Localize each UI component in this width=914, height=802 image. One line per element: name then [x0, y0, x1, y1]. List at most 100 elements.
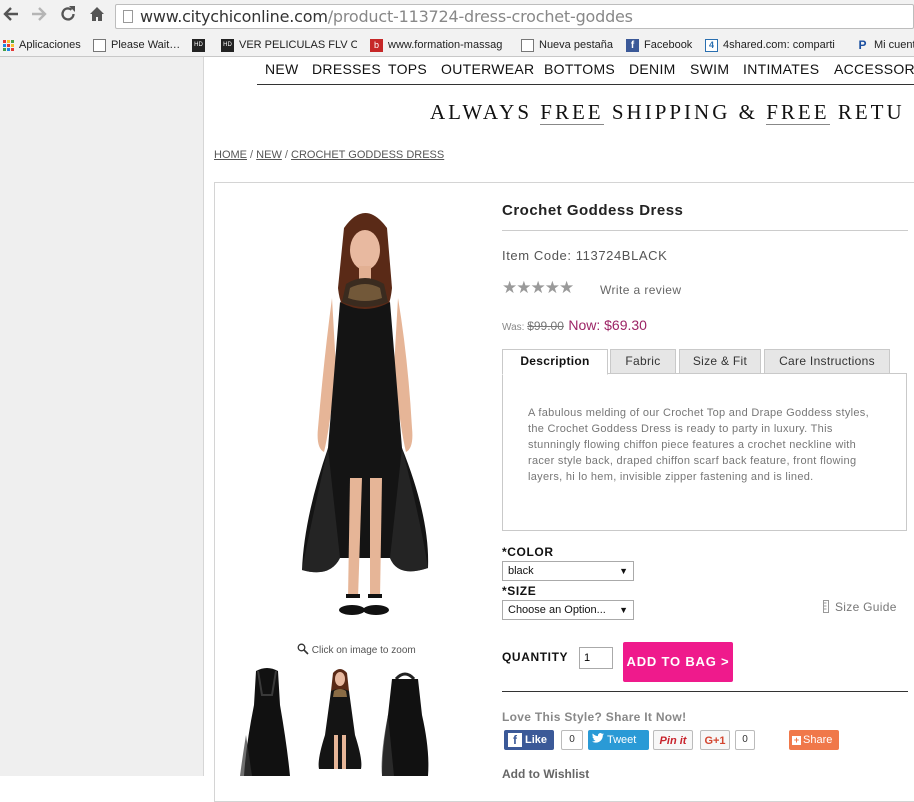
bookmark-please-wait[interactable]: Please Wait…: [93, 37, 180, 53]
nav-item-bottoms[interactable]: BOTTOMS: [544, 61, 615, 77]
product-thumbnail[interactable]: [370, 665, 440, 776]
quantity-input[interactable]: 1: [579, 647, 613, 669]
pinterest-button[interactable]: Pin it: [653, 730, 693, 750]
promo-free: FREE: [540, 100, 604, 125]
product-thumbnail[interactable]: [232, 665, 302, 776]
nav-item-tops[interactable]: TOPS: [388, 61, 427, 77]
product-main-image[interactable]: [270, 198, 460, 638]
main-nav: NEW DRESSES TOPS OUTERWEAR BOTTOMS DENIM…: [257, 58, 914, 85]
add-to-bag-button[interactable]: ADD TO BAG >: [623, 642, 733, 682]
was-label: Was:: [502, 322, 528, 333]
bookmark-mi-cuenta[interactable]: P Mi cuent: [856, 37, 914, 53]
breadcrumb-separator: /: [281, 149, 292, 161]
home-icon[interactable]: [86, 5, 108, 27]
nav-item-accessories[interactable]: ACCESSORI: [834, 61, 914, 77]
bookmark-label: VER PELICULAS FLV ONL: [239, 39, 357, 51]
promo-free: FREE: [766, 100, 830, 125]
breadcrumb-separator: /: [247, 149, 257, 161]
share-button[interactable]: + Share: [789, 730, 839, 750]
nav-item-intimates[interactable]: INTIMATES: [743, 61, 819, 77]
rating-stars: ★★★★★: [502, 278, 574, 297]
bookmark-ver-peliculas[interactable]: HD VER PELICULAS FLV ONL: [221, 37, 357, 53]
google-plus-button[interactable]: G+1: [700, 730, 730, 750]
bookmark-nueva-pestana[interactable]: Nueva pestaña: [521, 37, 613, 53]
bookmark-label: Facebook: [644, 39, 693, 51]
size-guide-link[interactable]: Size Guide: [823, 600, 897, 616]
forward-arrow-icon[interactable]: [28, 5, 50, 27]
nav-item-dresses[interactable]: DRESSES: [312, 61, 381, 77]
bookmark-label: Please Wait…: [111, 39, 181, 51]
tab-size-fit[interactable]: Size & Fit: [679, 349, 761, 374]
nav-item-outerwear[interactable]: OUTERWEAR: [441, 61, 534, 77]
now-price: $69.30: [604, 317, 647, 333]
nav-item-new[interactable]: NEW: [265, 61, 299, 77]
bookmark-hd[interactable]: HD: [192, 37, 205, 53]
like-label: Like: [525, 734, 548, 746]
write-review-link[interactable]: Write a review: [600, 283, 681, 297]
breadcrumb-current[interactable]: CROCHET GODDESS DRESS: [291, 149, 444, 161]
price: Was: $99.00 Now: $69.30: [502, 317, 647, 335]
nav-item-swim[interactable]: SWIM: [690, 61, 729, 77]
breadcrumb-new[interactable]: NEW: [256, 149, 282, 161]
address-bar[interactable]: www.citychiconline.com/product-113724-dr…: [115, 4, 914, 29]
bookmark-label: Nueva pestaña: [539, 39, 613, 51]
facebook-like-button[interactable]: f Like: [504, 730, 554, 750]
dropdown-arrow-icon: ▼: [619, 605, 628, 615]
tweet-button[interactable]: Tweet: [588, 730, 649, 750]
4shared-icon: 4: [705, 38, 718, 52]
magnifier-icon: [297, 643, 309, 658]
url-path: /product-113724-dress-crochet-goddes: [327, 7, 633, 26]
tab-care-instructions[interactable]: Care Instructions: [764, 349, 890, 374]
share-label: Share: [803, 734, 833, 746]
bookmark-facebook[interactable]: f Facebook: [626, 37, 692, 53]
page-icon: [93, 38, 106, 52]
bookmark-4shared[interactable]: 4 4shared.com: comparti: [705, 37, 841, 53]
bookmarks-bar: Aplicaciones Please Wait… HD HD VER PELI…: [0, 33, 914, 57]
url-text: www.citychiconline.com/product-113724-dr…: [140, 7, 633, 26]
color-select[interactable]: black ▼: [502, 561, 634, 581]
hd-icon: HD: [221, 38, 234, 52]
item-code: Item Code: 113724BLACK: [502, 248, 668, 263]
size-select-value: Choose an Option...: [508, 604, 606, 616]
browser-toolbar: www.citychiconline.com/product-113724-dr…: [0, 0, 914, 33]
ruler-icon: [823, 600, 829, 616]
google-plus-count: 0: [735, 730, 755, 750]
zoom-hint[interactable]: Click on image to zoom: [297, 643, 416, 658]
bookmark-apps[interactable]: Aplicaciones: [3, 37, 81, 53]
tab-fabric[interactable]: Fabric: [610, 349, 676, 374]
promo-text: ALWAYS: [430, 100, 541, 124]
back-arrow-icon[interactable]: [0, 5, 22, 27]
bookmark-red-icon: b: [370, 38, 383, 52]
product-title: Crochet Goddess Dress: [502, 202, 684, 219]
hd-icon: HD: [192, 38, 205, 52]
bookmark-label: Aplicaciones: [19, 39, 81, 51]
tab-description[interactable]: Description: [502, 349, 608, 375]
quantity-label: QUANTITY: [502, 650, 569, 664]
nav-item-denim[interactable]: DENIM: [629, 61, 676, 77]
divider: [502, 691, 908, 692]
add-to-wishlist-link[interactable]: Add to Wishlist: [502, 767, 589, 781]
bookmark-label: Mi cuent: [874, 39, 914, 51]
reload-icon[interactable]: [57, 5, 79, 27]
breadcrumb-home[interactable]: HOME: [214, 149, 247, 161]
promo-text: SHIPPING &: [603, 100, 767, 124]
like-count: 0: [561, 730, 583, 750]
tweet-label: Tweet: [607, 734, 637, 746]
url-domain: www.citychiconline.com: [140, 7, 328, 26]
page-icon: [521, 38, 534, 52]
color-select-value: black: [508, 565, 534, 577]
bookmark-label: 4shared.com: comparti: [723, 39, 835, 51]
facebook-icon: f: [508, 733, 522, 748]
size-select[interactable]: Choose an Option... ▼: [502, 600, 634, 620]
paypal-icon: P: [858, 37, 867, 52]
facebook-icon: f: [626, 38, 639, 52]
product-description: A fabulous melding of our Crochet Top an…: [528, 407, 869, 483]
color-label: *COLOR: [502, 545, 554, 559]
page-icon: [123, 10, 133, 23]
dropdown-arrow-icon: ▼: [619, 566, 628, 576]
bookmark-formation-massage[interactable]: b www.formation-massag: [370, 37, 506, 53]
left-gutter: [0, 57, 204, 776]
product-thumbnail[interactable]: [305, 665, 375, 776]
breadcrumb: HOME / NEW / CROCHET GODDESS DRESS: [214, 149, 444, 161]
plus-icon: +: [792, 734, 801, 745]
